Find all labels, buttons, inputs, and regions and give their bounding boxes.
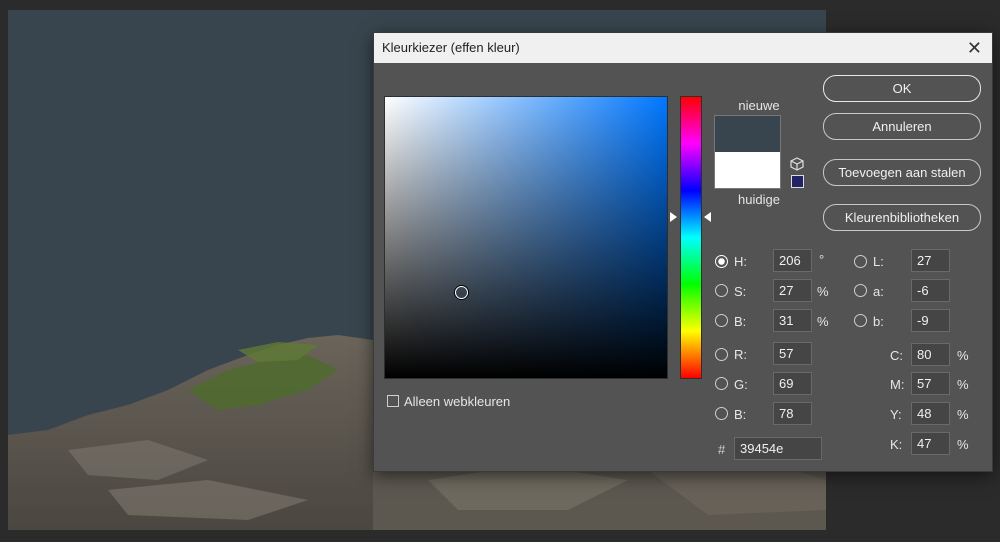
unit-y: %: [957, 407, 969, 422]
dialog-title: Kleurkiezer (effen kleur): [382, 40, 520, 55]
input-y[interactable]: 48: [911, 402, 950, 425]
radio-s[interactable]: [715, 284, 728, 297]
unit-c: %: [957, 348, 969, 363]
ok-button[interactable]: OK: [823, 75, 981, 102]
color-field-cursor[interactable]: [455, 286, 468, 299]
close-icon[interactable]: ✕: [967, 33, 982, 63]
web-colors-only-checkbox[interactable]: [387, 395, 399, 407]
radio-g[interactable]: [715, 377, 728, 390]
current-color-label: huidige: [738, 192, 780, 207]
new-color-label: nieuwe: [738, 98, 780, 113]
radio-r[interactable]: [715, 348, 728, 361]
label-g: G:: [734, 377, 748, 392]
dialog-titlebar: Kleurkiezer (effen kleur) ✕: [374, 33, 992, 63]
radio-l[interactable]: [854, 255, 867, 268]
radio-b-hsb[interactable]: [715, 314, 728, 327]
radio-h[interactable]: [715, 255, 728, 268]
unit-k: %: [957, 437, 969, 452]
color-picker-dialog: Kleurkiezer (effen kleur) ✕ nieuwe huidi…: [373, 32, 993, 472]
hue-slider-left-handle-icon[interactable]: [670, 212, 677, 222]
radio-b-rgb[interactable]: [715, 407, 728, 420]
label-h: H:: [734, 254, 747, 269]
input-b-rgb[interactable]: 78: [773, 402, 812, 425]
label-s: S:: [734, 284, 747, 299]
new-color-swatch: [714, 115, 781, 152]
unit-h: °: [819, 252, 825, 267]
radio-a[interactable]: [854, 284, 867, 297]
label-m: M:: [890, 377, 905, 392]
current-color-swatch[interactable]: [714, 152, 781, 189]
hex-input[interactable]: 39454e: [734, 437, 822, 460]
label-b-hsb: B:: [734, 314, 747, 329]
hue-slider[interactable]: [680, 96, 702, 379]
input-k[interactable]: 47: [911, 432, 950, 455]
unit-m: %: [957, 377, 969, 392]
label-a: a:: [873, 284, 884, 299]
input-h[interactable]: 206: [773, 249, 812, 272]
web-colors-only-label: Alleen webkleuren: [404, 394, 511, 409]
label-r: R:: [734, 347, 747, 362]
input-s[interactable]: 27: [773, 279, 812, 302]
label-b-rgb: B:: [734, 407, 747, 422]
hex-prefix: #: [718, 442, 726, 457]
input-a[interactable]: -6: [911, 279, 950, 302]
label-l: L:: [873, 254, 884, 269]
input-b-hsb[interactable]: 31: [773, 309, 812, 332]
cancel-button[interactable]: Annuleren: [823, 113, 981, 140]
label-y: Y:: [890, 407, 902, 422]
label-b-lab: b:: [873, 314, 884, 329]
hue-slider-right-handle-icon[interactable]: [704, 212, 711, 222]
input-c[interactable]: 80: [911, 343, 950, 366]
radio-b-lab[interactable]: [854, 314, 867, 327]
color-libraries-button[interactable]: Kleurenbibliotheken: [823, 204, 981, 231]
input-g[interactable]: 69: [773, 372, 812, 395]
label-k: K:: [890, 437, 903, 452]
color-field[interactable]: [384, 96, 668, 379]
input-m[interactable]: 57: [911, 372, 950, 395]
cube-icon[interactable]: [790, 157, 804, 171]
web-safe-square-icon[interactable]: [791, 175, 804, 188]
unit-b-hsb: %: [817, 314, 829, 329]
input-l[interactable]: 27: [911, 249, 950, 272]
add-to-swatches-button[interactable]: Toevoegen aan stalen: [823, 159, 981, 186]
input-b-lab[interactable]: -9: [911, 309, 950, 332]
unit-s: %: [817, 284, 829, 299]
label-c: C:: [890, 348, 903, 363]
input-r[interactable]: 57: [773, 342, 812, 365]
